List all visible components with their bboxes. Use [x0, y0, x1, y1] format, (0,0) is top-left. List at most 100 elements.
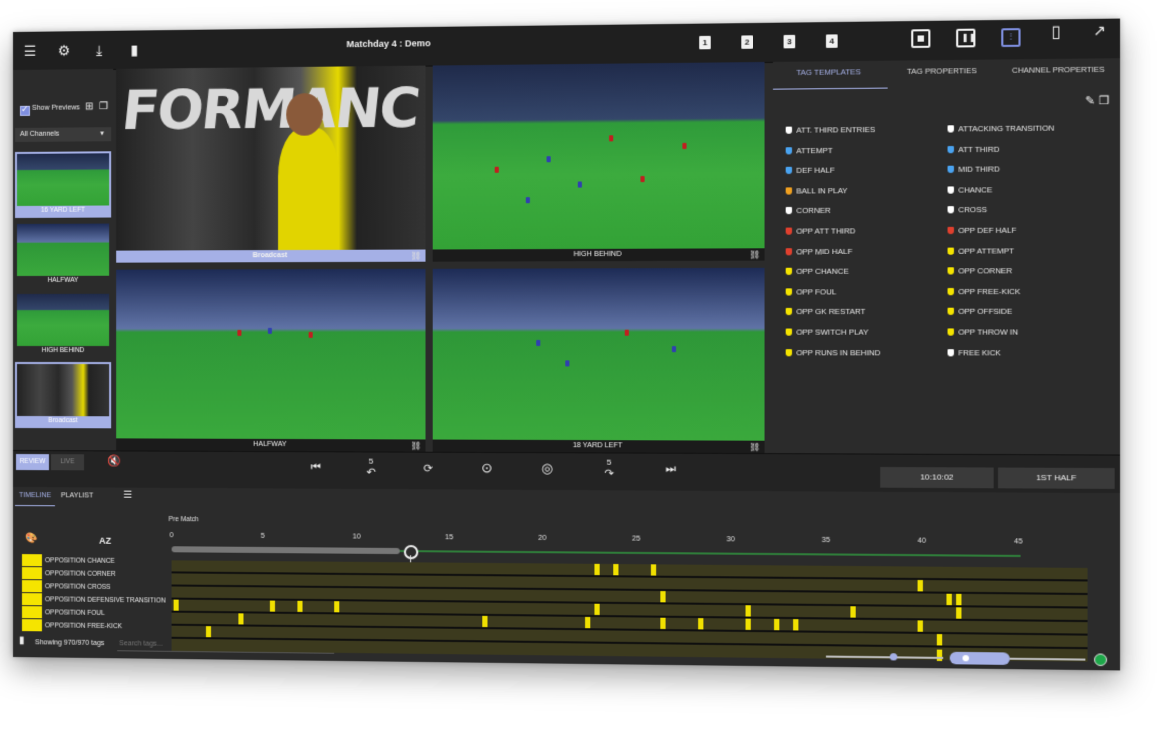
tag-template-item[interactable]: OPP THROW IN [947, 327, 1018, 337]
video-tile-high-behind[interactable]: HIGH BEHIND ⛓ [432, 61, 765, 262]
quadrant-1-button[interactable]: 1 [699, 35, 711, 50]
external-link-icon[interactable]: ↗ [1090, 21, 1110, 40]
edit-pencil-icon[interactable]: ✎ [1085, 95, 1095, 108]
tag-marker[interactable] [917, 620, 923, 632]
tag-template-item[interactable]: MID THIRD [947, 165, 1000, 175]
tag-template-item[interactable]: OPP OFFSIDE [947, 307, 1012, 316]
play-icon[interactable]: ⊙ [481, 460, 492, 476]
tag-marker[interactable] [698, 618, 704, 630]
single-view-button[interactable] [911, 29, 931, 49]
tag-marker[interactable] [650, 564, 657, 576]
tag-marker[interactable] [956, 593, 962, 606]
tag-template-item[interactable]: OPP FOUL [785, 287, 836, 296]
popout-icon[interactable]: ❐ [1099, 95, 1110, 108]
show-previews-checkbox[interactable] [19, 105, 30, 116]
range-slider[interactable] [949, 651, 1010, 665]
tag-template-item[interactable]: BALL IN PLAY [785, 186, 848, 196]
palette-icon[interactable]: 🎨 [25, 533, 37, 544]
timeline-row-label[interactable]: OPPOSITION CORNER [21, 567, 116, 580]
menu-icon[interactable]: ☰ [21, 42, 39, 60]
tag-template-item[interactable]: OPP CORNER [947, 266, 1012, 276]
timeline-row-label[interactable]: OPPOSITION DEFENSIVE TRANSITION [21, 593, 166, 606]
filter-icon[interactable]: ☰ [123, 490, 132, 501]
channel-thumb-broadcast[interactable]: Broadcast [14, 362, 112, 429]
grid-toggle-icon[interactable]: ⊞ [85, 101, 93, 112]
half-select-button[interactable]: 1ST HALF [997, 467, 1115, 489]
tag-template-item[interactable]: DEF HALF [785, 166, 835, 176]
search-tags-input[interactable] [117, 636, 335, 654]
link-icon[interactable]: ⛓ [411, 441, 421, 450]
sort-az-icon[interactable]: AZ [99, 536, 111, 546]
tag-template-item[interactable]: OPP CHANCE [785, 267, 849, 276]
tag-marker[interactable] [594, 603, 600, 616]
tag-marker[interactable] [238, 613, 244, 625]
tag-template-item[interactable]: OPP SWITCH PLAY [785, 327, 869, 337]
link-icon[interactable]: ⛓ [750, 250, 761, 259]
tag-marker[interactable] [660, 591, 666, 603]
tag-template-item[interactable]: ATTACKING TRANSITION [947, 123, 1054, 134]
tag-template-item[interactable]: OPP DEF HALF [947, 226, 1016, 236]
tag-template-item[interactable]: ATTEMPT [785, 145, 833, 155]
download-icon[interactable]: ⤓ [90, 41, 108, 59]
tag-marker[interactable] [660, 617, 666, 630]
link-icon[interactable]: ⛓ [750, 443, 761, 452]
live-mode-button[interactable]: LIVE [50, 454, 85, 471]
tag-template-item[interactable]: CROSS [947, 205, 987, 215]
zoom-slider-handle[interactable] [889, 653, 898, 661]
tag-marker[interactable] [917, 579, 923, 592]
bookmark-icon[interactable]: ▮ [125, 40, 143, 58]
tag-marker[interactable] [745, 618, 751, 630]
tab-playlist[interactable]: PLAYLIST [61, 492, 93, 499]
popout-icon[interactable]: ❐ [99, 101, 108, 112]
pause-layout-button[interactable]: ❚❚ [956, 28, 976, 48]
tag-marker[interactable] [946, 593, 952, 606]
tag-marker[interactable] [774, 618, 780, 631]
gear-icon[interactable]: ⚙ [55, 41, 73, 59]
channel-thumb-high-behind[interactable]: HIGH BEHIND [14, 291, 112, 359]
timeline-row-label[interactable]: OPPOSITION FOUL [21, 606, 105, 619]
tag-template-item[interactable]: OPP ATT THIRD [785, 226, 855, 236]
bookmark-icon[interactable]: ▮ [19, 635, 25, 646]
tablet-icon[interactable]: ▯ [1046, 23, 1065, 42]
tag-template-item[interactable]: OPP GK RESTART [785, 307, 865, 317]
tag-marker[interactable] [745, 605, 751, 617]
tag-marker[interactable] [793, 619, 799, 631]
tag-marker[interactable] [205, 626, 212, 638]
mute-icon[interactable]: 🔇 [107, 454, 121, 467]
tag-marker[interactable] [173, 599, 179, 611]
tag-template-item[interactable]: ATT. THIRD ENTRIES [785, 125, 875, 135]
link-icon[interactable]: ⛓ [411, 252, 421, 261]
tag-marker[interactable] [585, 616, 591, 629]
tag-template-item[interactable]: OPP ATTEMPT [947, 246, 1014, 256]
timeline-row-label[interactable]: OPPOSITION CHANCE [21, 554, 115, 567]
tag-marker[interactable] [936, 634, 943, 646]
tag-marker[interactable] [850, 606, 856, 618]
tag-template-item[interactable]: CORNER [785, 206, 831, 216]
video-tile-broadcast[interactable]: FORMANC Broadcast ⛓ [116, 65, 426, 263]
skip-to-end-icon[interactable]: ⏭ [666, 463, 676, 476]
tag-template-item[interactable]: ATT THIRD [947, 144, 999, 154]
tab-tag-templates[interactable]: TAG TEMPLATES [796, 67, 861, 77]
skip-to-start-icon[interactable]: ⏮ [311, 461, 321, 474]
tag-template-item[interactable]: OPP FREE-KICK [947, 287, 1020, 296]
timeline-row-label[interactable]: OPPOSITION FREE-KICK [21, 619, 122, 632]
quadrant-2-button[interactable]: 2 [741, 35, 753, 49]
loop-icon[interactable]: ⟳ [423, 462, 432, 475]
video-tile-18-yard-left[interactable]: 18 YARD LEFT ⛓ [432, 267, 765, 454]
tab-channel-properties[interactable]: CHANNEL PROPERTIES [1012, 65, 1105, 75]
channel-thumb-16-yard-left[interactable]: 16 YARD LEFT [14, 151, 112, 218]
tag-template-item[interactable]: OPP RUNS IN BEHIND [785, 348, 880, 357]
tag-marker[interactable] [956, 607, 962, 619]
range-slider-handle[interactable] [962, 655, 969, 662]
timeline-row-label[interactable]: OPPOSITION CROSS [21, 580, 111, 593]
tab-tag-properties[interactable]: TAG PROPERTIES [907, 66, 977, 76]
slow-motion-icon[interactable]: ◎ [541, 460, 553, 476]
tag-marker[interactable] [594, 563, 600, 576]
video-tile-halfway[interactable]: HALFWAY ⛓ [116, 268, 426, 452]
tag-marker[interactable] [482, 615, 488, 628]
tag-marker[interactable] [269, 600, 276, 612]
channel-select[interactable]: All Channels ▼ [14, 127, 112, 142]
channel-thumb-halfway[interactable]: HALFWAY [14, 221, 112, 288]
grid-view-button[interactable]: ⋮⋮ [1001, 28, 1024, 48]
tag-marker[interactable] [936, 649, 943, 662]
